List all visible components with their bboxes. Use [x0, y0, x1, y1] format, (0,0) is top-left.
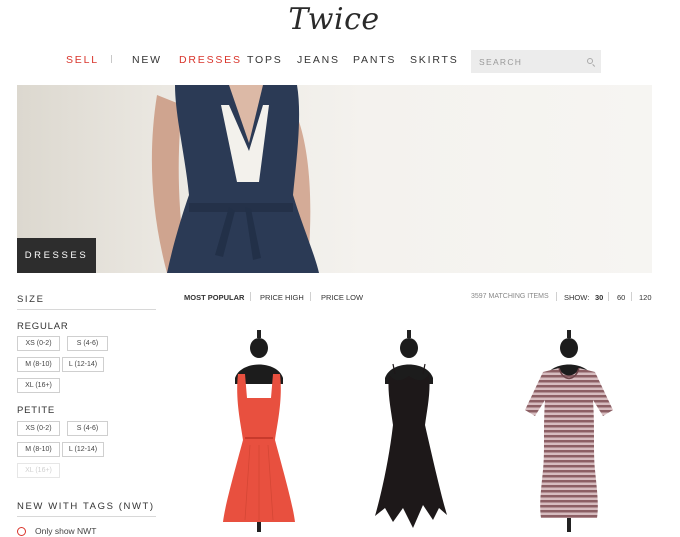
product-image[interactable] — [205, 330, 315, 532]
hero-category-label: DRESSES — [17, 238, 96, 273]
product-card-coral-sundress[interactable] — [205, 330, 315, 537]
size-regular-m[interactable]: M (8-10) — [17, 357, 60, 372]
nav-skirts[interactable]: SKIRTS — [410, 54, 459, 66]
regular-size-title: REGULAR — [17, 321, 69, 332]
nav-sell[interactable]: SELL — [66, 54, 99, 66]
divider — [556, 292, 557, 301]
search-placeholder: SEARCH — [479, 57, 523, 67]
sort-price-low[interactable]: PRICE LOW — [321, 293, 363, 302]
size-regular-xl[interactable]: XL (16+) — [17, 378, 60, 393]
search-icon[interactable] — [587, 58, 593, 64]
show-120[interactable]: 120 — [639, 293, 652, 302]
nav-jeans[interactable]: JEANS — [297, 54, 340, 66]
size-regular-s[interactable]: S (4-6) — [67, 336, 108, 351]
petite-size-title: PETITE — [17, 405, 56, 416]
divider — [608, 292, 609, 301]
hero-model-image — [151, 85, 319, 273]
size-petite-m[interactable]: M (8-10) — [17, 442, 60, 457]
matching-items-count: 3597 MATCHING ITEMS — [471, 293, 549, 300]
show-30[interactable]: 30 — [595, 293, 603, 302]
product-card-black-slip-dress[interactable] — [355, 330, 465, 537]
product-image[interactable] — [355, 330, 465, 532]
nav-pants[interactable]: PANTS — [353, 54, 396, 66]
nav-dresses[interactable]: DRESSES — [179, 54, 242, 66]
nwt-option-label[interactable]: Only show NWT — [35, 526, 96, 536]
size-petite-s[interactable]: S (4-6) — [67, 421, 108, 436]
search-input[interactable]: SEARCH — [471, 50, 601, 73]
divider — [17, 516, 156, 517]
sort-most-popular[interactable]: MOST POPULAR — [184, 293, 244, 302]
nwt-filter-title: NEW WITH TAGS (NWT) — [17, 501, 155, 512]
hero-banner — [17, 85, 652, 273]
product-image[interactable] — [515, 330, 625, 532]
show-label: SHOW: — [564, 293, 590, 302]
divider — [250, 292, 251, 301]
divider — [310, 292, 311, 301]
nav-tops[interactable]: TOPS — [247, 54, 283, 66]
divider — [17, 309, 156, 310]
show-60[interactable]: 60 — [617, 293, 625, 302]
product-card-striped-tshirt-dress[interactable] — [515, 330, 625, 537]
divider — [631, 292, 632, 301]
size-regular-l[interactable]: L (12-14) — [62, 357, 104, 372]
size-petite-l[interactable]: L (12-14) — [62, 442, 104, 457]
sort-price-high[interactable]: PRICE HIGH — [260, 293, 304, 302]
nav-new[interactable]: NEW — [132, 54, 162, 66]
size-petite-xl: XL (16+) — [17, 463, 60, 478]
nav-divider — [111, 55, 112, 63]
size-regular-xs[interactable]: XS (0-2) — [17, 336, 60, 351]
size-filter-title: SIZE — [17, 294, 45, 305]
size-petite-xs[interactable]: XS (0-2) — [17, 421, 60, 436]
twice-logo[interactable]: Twice — [0, 2, 668, 37]
